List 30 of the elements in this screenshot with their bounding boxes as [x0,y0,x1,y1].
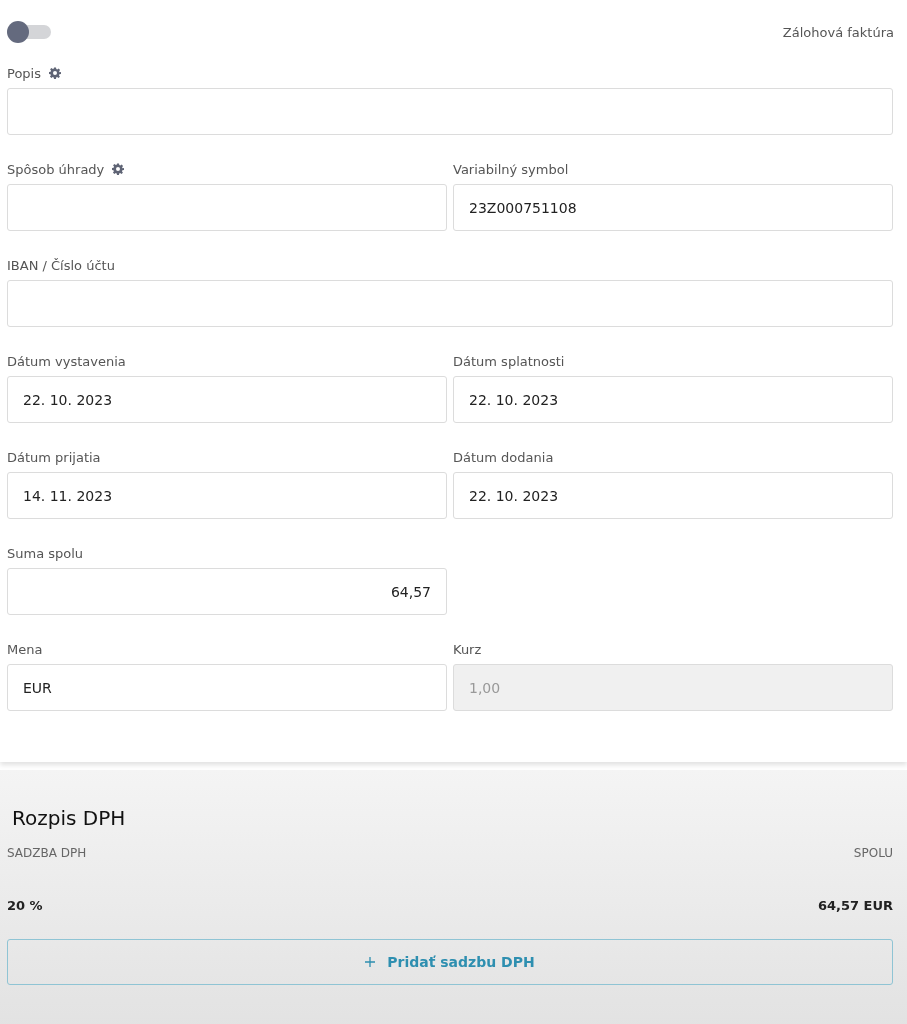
vat-total: 64,57 EUR [817,898,893,913]
input-field[interactable] [7,280,893,327]
field-label: Mena [7,641,43,657]
column-header: SADZBA DPH [7,846,87,860]
field-label: Kurz [453,641,482,657]
input-field[interactable] [7,184,447,231]
settings-icon[interactable] [112,163,125,175]
input-field[interactable]: 22. 10. 2023 [7,376,447,423]
input-field[interactable]: 22. 10. 2023 [453,376,893,423]
column-header: SPOLU [853,846,893,860]
input-field[interactable]: EUR [7,664,447,711]
input-field[interactable] [7,88,893,135]
input-field[interactable]: 23Z000751108 [453,184,893,231]
input-field[interactable]: 14. 11. 2023 [7,472,447,519]
field-label: Popis [7,65,41,81]
field-label: Dátum dodania [453,449,554,465]
field-label: Variabilný symbol [453,161,569,177]
toggle-label: Zálohová faktúra [782,24,894,40]
vat-rate: 20 % [7,898,43,913]
input-field[interactable]: 22. 10. 2023 [453,472,893,519]
section-title: Rozpis DPH [12,806,127,830]
input-field[interactable]: 64,57 [7,568,447,615]
field-label: Dátum splatnosti [453,353,565,369]
field-label: Suma spolu [7,545,84,561]
settings-icon[interactable] [48,67,61,79]
plus-icon [365,957,376,967]
field-label: IBAN / Číslo účtu [7,257,115,273]
field-label: Dátum prijatia [7,449,101,465]
field-label: Dátum vystavenia [7,353,126,369]
field-label: Spôsob úhrady [7,161,105,177]
